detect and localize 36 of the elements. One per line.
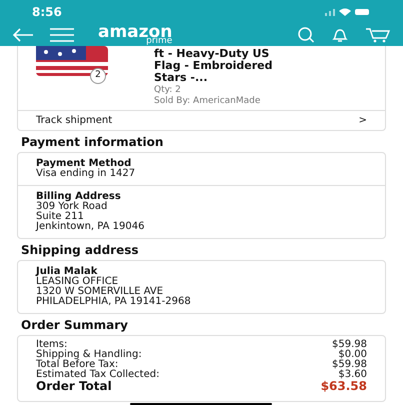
track-shipment-row[interactable]: Track shipment > [18,110,385,130]
summary-label: Shipping & Handling: [36,350,142,360]
quantity-text: Qty: 2 [154,85,182,96]
back-arrow-icon[interactable] [12,28,34,42]
search-icon[interactable] [297,27,315,43]
summary-label: Estimated Tax Collected: [36,370,160,380]
summary-label: Total Before Tax: [36,360,118,370]
cart-icon[interactable] [365,27,391,43]
bell-icon[interactable] [331,27,349,43]
address-line: 1320 W SOMERVILLE AVE [36,287,164,297]
product-title-link[interactable]: ft - Heavy-Duty US Flag - Embroidered Stars -... [154,48,282,84]
section-heading: Shipping address [20,243,140,257]
sold-by-text: Sold By: AmericanMade [154,96,262,107]
status-time: 8:56 [32,4,62,21]
quantity-badge: 2 [90,68,106,84]
total-amount: $63.58 [320,380,367,393]
address-line: PHILADELPHIA, PA 19141-2968 [36,297,192,307]
summary-label: Items: [36,340,68,350]
address-line: LEASING OFFICE [36,277,118,287]
summary-amount: $0.00 [338,350,367,360]
section-heading: Order Summary [20,318,129,332]
summary-amount: $59.98 [332,360,367,370]
status-icons [325,7,371,17]
field-title: Payment Method [36,159,132,169]
summary-amount: $3.60 [338,370,367,380]
recipient-name: Julia Malak [36,267,98,277]
field-value: 309 York Road [36,202,108,212]
field-value: Visa ending in 1427 [36,169,136,179]
field-value: Jenkintown, PA 19046 [36,222,146,232]
field-value: Suite 211 [36,212,84,222]
section-heading: Payment information [20,135,164,149]
flag-image [36,46,108,76]
field-title: Billing Address [36,192,122,202]
summary-amount: $59.98 [332,340,367,350]
total-label: Order Total [36,380,112,393]
menu-icon[interactable] [50,28,74,42]
